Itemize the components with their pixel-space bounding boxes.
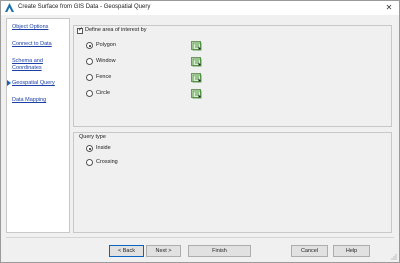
pick-in-drawing-icon [192,90,202,99]
area-of-interest-group: ✓ Define area of interest by Polygon Win… [73,25,392,127]
nav-link-object-options[interactable]: Object Options [12,24,48,31]
back-button[interactable]: < Back [109,245,144,257]
circle-radio[interactable] [86,90,93,97]
circle-label: Circle [96,90,111,96]
nav-link-data-mapping[interactable]: Data Mapping [12,97,46,104]
polygon-radio[interactable] [86,42,93,49]
fence-label: Fence [96,74,112,80]
fence-radio[interactable] [86,74,93,81]
inside-radio[interactable] [86,145,93,152]
pick-circle-button[interactable] [191,89,202,99]
nav-link-connect-to-data[interactable]: Connect to Data [12,41,52,48]
finish-button[interactable]: Finish [188,245,251,257]
wizard-steps-panel: Object Options Connect to Data Schema an… [6,18,70,233]
pick-in-drawing-icon [192,42,202,51]
define-area-label: Define area of interest by [85,27,147,33]
query-type-legend: Query type [79,134,106,140]
inside-label: Inside [96,145,111,151]
nav-link-schema-and-coordinates-line2[interactable]: Coordinates [12,65,42,72]
checkmark-icon: ✓ [78,27,84,33]
pick-polygon-button[interactable] [191,41,202,51]
main-content: ✓ Define area of interest by Polygon Win… [73,18,392,233]
next-button[interactable]: Next > [146,245,181,257]
crossing-radio[interactable] [86,159,93,166]
window-label: Window [96,58,116,64]
current-step-arrow-icon [7,80,11,86]
resize-grip-icon[interactable] [391,254,397,260]
window-radio[interactable] [86,58,93,65]
cancel-button[interactable]: Cancel [291,245,328,257]
pick-in-drawing-icon [192,74,202,83]
dialog-window: Create Surface from GIS Data - Geospatia… [0,0,400,263]
radio-selected-dot [88,44,91,47]
polygon-label: Polygon [96,42,116,48]
nav-link-geospatial-query[interactable]: Geospatial Query [12,80,55,87]
close-icon[interactable]: ✕ [381,1,397,15]
radio-selected-dot [88,147,91,150]
pick-in-drawing-icon [192,58,202,67]
define-area-checkbox[interactable]: ✓ [77,27,84,34]
pick-window-button[interactable] [191,57,202,67]
app-logo-icon [5,3,14,12]
pick-fence-button[interactable] [191,73,202,83]
nav-link-schema-and-coordinates[interactable]: Schema and [12,58,43,65]
crossing-label: Crossing [96,159,118,165]
help-button[interactable]: Help [333,245,370,257]
window-title: Create Surface from GIS Data - Geospatia… [18,4,151,10]
title-bar[interactable]: Create Surface from GIS Data - Geospatia… [1,1,399,15]
query-type-group: Query type Inside Crossing [73,132,392,233]
footer-divider [6,237,394,238]
